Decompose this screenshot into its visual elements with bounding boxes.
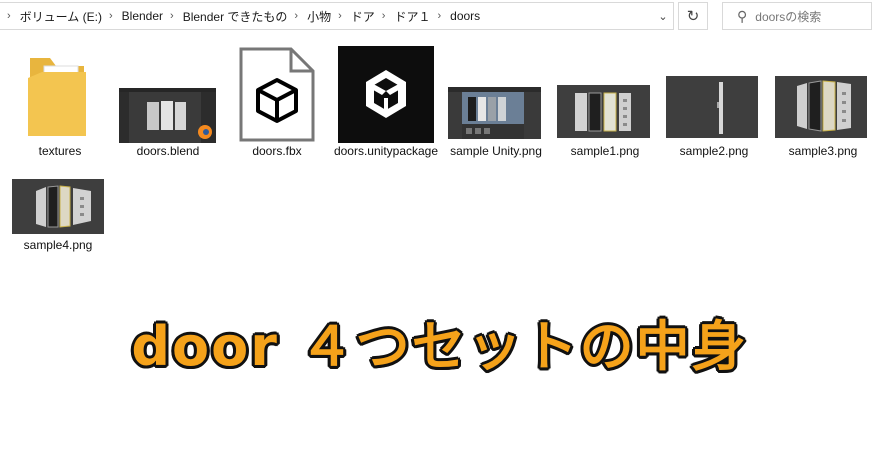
sample1-thumbnail [557, 85, 650, 138]
search-placeholder: doorsの検索 [755, 9, 822, 24]
file-name: doors.fbx [252, 144, 302, 158]
file-name: doors.unitypackage [333, 144, 439, 158]
breadcrumb-door1[interactable]: ドア１ [394, 8, 430, 25]
chevron-right-icon[interactable]: › [294, 10, 298, 22]
chevron-right-icon[interactable]: › [437, 10, 441, 22]
file-name: sample4.png [23, 238, 93, 252]
chevron-right-icon[interactable]: › [109, 10, 113, 22]
breadcrumb-blender[interactable]: Blender [122, 9, 163, 23]
chevron-right-icon[interactable]: › [170, 10, 174, 22]
breadcrumb-komono[interactable]: 小物 [307, 8, 331, 25]
banner-title: door ４つセットの中身 [131, 315, 748, 378]
chevron-right-icon[interactable]: › [382, 10, 386, 22]
address-bar[interactable]: › ボリューム (E:) › Blender › Blender できたもの ›… [0, 2, 674, 30]
fbx-file-icon [239, 47, 315, 142]
search-box[interactable]: ⚲ doorsの検索 [722, 2, 872, 30]
file-name: doors.blend [136, 144, 200, 158]
navigation-bar: › ボリューム (E:) › Blender › Blender できたもの ›… [0, 0, 879, 33]
blender-preview-thumbnail [119, 88, 216, 143]
refresh-icon: ↻ [686, 8, 700, 25]
chevron-down-icon[interactable]: ⌄ [653, 3, 673, 29]
breadcrumb-door[interactable]: ドア [351, 8, 375, 25]
chevron-right-icon[interactable]: › [7, 10, 11, 22]
file-name: sample1.png [570, 144, 640, 158]
sample-unity-thumbnail [448, 87, 541, 139]
sample3-thumbnail [775, 76, 867, 138]
file-name: sample Unity.png [450, 144, 542, 158]
breadcrumb-volume[interactable]: ボリューム (E:) [20, 8, 102, 25]
file-name: sample2.png [679, 144, 749, 158]
unity-logo-icon [338, 46, 434, 143]
folder-icon [28, 58, 86, 136]
breadcrumb-doors[interactable]: doors [450, 9, 480, 23]
sample4-thumbnail [12, 179, 104, 234]
file-name: textures [38, 144, 82, 158]
refresh-button[interactable]: ↻ [678, 2, 708, 30]
sample2-thumbnail [666, 76, 758, 138]
search-icon: ⚲ [737, 7, 748, 24]
breadcrumb-blender-dekitamono[interactable]: Blender できたもの [183, 8, 288, 25]
file-name: sample3.png [788, 144, 858, 158]
chevron-right-icon[interactable]: › [338, 10, 342, 22]
